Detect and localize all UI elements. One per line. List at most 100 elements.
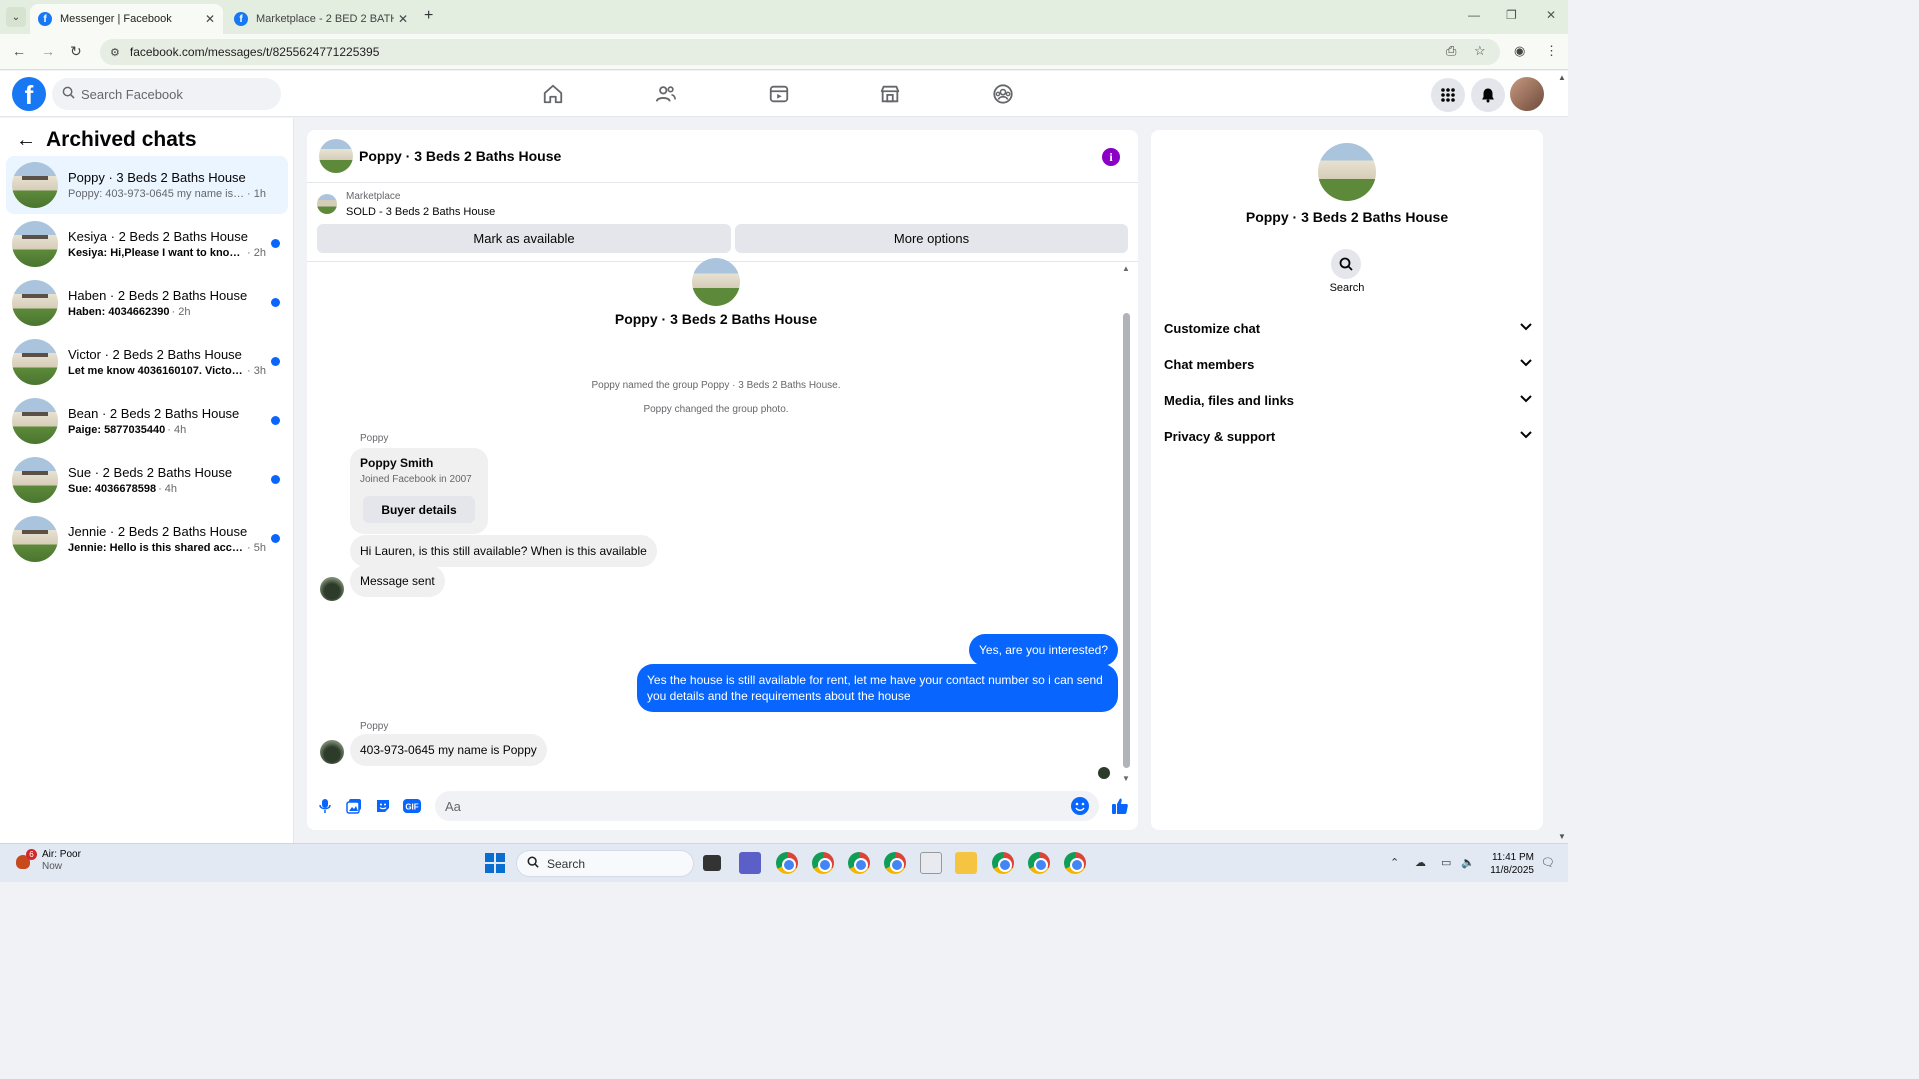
chrome-icon[interactable] xyxy=(992,852,1014,874)
emoji-icon[interactable] xyxy=(1071,797,1089,815)
close-tab-icon[interactable]: ✕ xyxy=(398,12,408,26)
chat-avatar xyxy=(12,516,58,562)
scroll-down-icon[interactable]: ▼ xyxy=(1122,774,1130,783)
tab-search-dropdown[interactable]: ⌄ xyxy=(6,7,26,27)
tab-messenger[interactable]: f Messenger | Facebook ✕ xyxy=(30,4,223,34)
url-text[interactable]: facebook.com/messages/t/8255624771225395 xyxy=(130,45,380,59)
section-label: Customize chat xyxy=(1164,320,1261,336)
chat-list-item[interactable]: Victor · 2 Beds 2 Baths House Let me kno… xyxy=(6,333,288,391)
new-tab-plus-icon[interactable]: + xyxy=(424,7,433,25)
chrome-icon[interactable] xyxy=(812,852,834,874)
message-input-box[interactable] xyxy=(435,791,1099,821)
close-window-icon[interactable]: ✕ xyxy=(1546,8,1556,22)
message-bubble-incoming[interactable]: 403-973-0645 my name is Poppy xyxy=(350,734,547,766)
bookmark-star-icon[interactable]: ☆ xyxy=(1474,43,1486,59)
facebook-logo-icon[interactable]: f xyxy=(12,77,46,111)
privacy-support-section[interactable]: Privacy & support xyxy=(1164,421,1532,451)
page-scrollbar[interactable]: ▲ ▼ xyxy=(1556,71,1568,843)
search-in-conversation-button[interactable] xyxy=(1331,249,1361,279)
info-icon[interactable]: i xyxy=(1102,148,1120,166)
snipping-tool-icon[interactable] xyxy=(920,852,942,874)
close-tab-icon[interactable]: ✕ xyxy=(205,12,215,26)
facebook-search[interactable] xyxy=(52,78,281,110)
install-app-icon[interactable]: ⎙ xyxy=(1446,43,1456,59)
restore-icon[interactable]: ❐ xyxy=(1506,8,1517,22)
listing-thumbnail[interactable] xyxy=(317,194,337,214)
group-avatar[interactable] xyxy=(1318,143,1376,201)
chrome-icon[interactable] xyxy=(884,852,906,874)
file-explorer-icon[interactable] xyxy=(955,852,977,874)
message-bubble-outgoing[interactable]: Yes the house is still available for ren… xyxy=(637,664,1118,712)
search-input[interactable] xyxy=(81,86,261,102)
chrome-icon[interactable] xyxy=(848,852,870,874)
tray-overflow-icon[interactable]: ⌃ xyxy=(1390,856,1399,869)
chat-list-item[interactable]: Jennie · 2 Beds 2 Baths House Jennie: He… xyxy=(6,510,288,568)
chat-time: · 3h xyxy=(247,365,266,377)
system-clock[interactable]: 11:41 PM 11/8/2025 xyxy=(1484,851,1534,877)
chrome-icon[interactable] xyxy=(1064,852,1086,874)
chat-list-item[interactable]: Sue · 2 Beds 2 Baths House Sue: 40366785… xyxy=(6,451,288,509)
video-icon[interactable] xyxy=(766,81,792,107)
buyer-details-button[interactable]: Buyer details xyxy=(363,496,475,523)
thumbs-up-icon[interactable] xyxy=(1111,797,1129,820)
taskbar-search[interactable]: Search xyxy=(516,850,694,877)
scroll-down-icon[interactable]: ▼ xyxy=(1558,832,1566,841)
volume-muted-icon[interactable]: 🔈 xyxy=(1461,856,1475,869)
forward-arrow-icon[interactable]: → xyxy=(41,43,55,59)
chat-list-item[interactable]: Poppy · 3 Beds 2 Baths House Poppy: 403-… xyxy=(6,156,288,214)
teams-icon[interactable] xyxy=(739,852,761,874)
photo-gallery-icon[interactable] xyxy=(345,797,363,815)
groups-icon[interactable] xyxy=(990,81,1016,107)
media-files-links-section[interactable]: Media, files and links xyxy=(1164,385,1532,415)
task-view-icon[interactable] xyxy=(703,855,721,871)
message-input[interactable] xyxy=(445,798,1045,814)
sender-avatar[interactable] xyxy=(320,740,344,764)
scroll-up-icon[interactable]: ▲ xyxy=(1558,73,1566,82)
more-options-button[interactable]: More options xyxy=(735,224,1128,253)
message-bubble-outgoing[interactable]: Yes, are you interested? xyxy=(969,634,1118,666)
scroll-thumb[interactable] xyxy=(1123,313,1130,768)
message-bubble-incoming[interactable]: Message sent xyxy=(350,565,445,597)
back-arrow-icon[interactable]: ← xyxy=(16,129,36,152)
reload-icon[interactable]: ↻ xyxy=(70,43,82,60)
marketplace-icon[interactable] xyxy=(877,81,903,107)
message-scrollbar[interactable]: ▲ ▼ xyxy=(1122,263,1130,783)
chat-members-section[interactable]: Chat members xyxy=(1164,349,1532,379)
listing-status[interactable]: SOLD - 3 Beds 2 Baths House xyxy=(346,206,495,218)
mark-as-available-button[interactable]: Mark as available xyxy=(317,224,731,253)
home-icon[interactable] xyxy=(540,81,566,107)
archived-chats-panel: ← Archived chats Poppy · 3 Beds 2 Baths … xyxy=(0,118,294,843)
browser-menu-icon[interactable]: ⋮ xyxy=(1545,43,1558,59)
chat-info-panel: Poppy · 3 Beds 2 Baths House Search Cust… xyxy=(1151,130,1543,830)
message-bubble-incoming[interactable]: Hi Lauren, is this still available? When… xyxy=(350,535,657,567)
conversation-avatar[interactable] xyxy=(319,139,353,173)
windows-start-icon[interactable] xyxy=(485,853,505,873)
notifications-bell-icon[interactable] xyxy=(1471,78,1505,112)
customize-chat-section[interactable]: Customize chat xyxy=(1164,313,1532,343)
site-info-icon[interactable]: ⚙ xyxy=(110,46,120,59)
url-omnibox[interactable]: ⚙ facebook.com/messages/t/82556247712253… xyxy=(100,39,1500,65)
notification-center-icon[interactable]: 🗨 xyxy=(1541,856,1555,869)
chrome-icon[interactable] xyxy=(776,852,798,874)
chat-list-item[interactable]: Haben · 2 Beds 2 Baths House Haben: 4034… xyxy=(6,274,288,332)
friends-icon[interactable] xyxy=(653,81,679,107)
minimize-icon[interactable]: — xyxy=(1468,8,1480,22)
back-arrow-icon[interactable]: ← xyxy=(12,43,26,59)
weather-widget[interactable]: 6 Air: Poor Now xyxy=(14,849,81,873)
gif-icon[interactable]: GIF xyxy=(403,797,421,815)
profile-icon[interactable]: ◉ xyxy=(1514,43,1525,59)
menu-grid-icon[interactable] xyxy=(1431,78,1465,112)
onedrive-icon[interactable]: ☁ xyxy=(1415,856,1426,869)
microphone-icon[interactable] xyxy=(316,797,334,815)
chat-list-item[interactable]: Kesiya · 2 Beds 2 Baths House Kesiya: Hi… xyxy=(6,215,288,273)
chat-list-item[interactable]: Bean · 2 Beds 2 Baths House Paige: 58770… xyxy=(6,392,288,450)
sender-avatar[interactable] xyxy=(320,577,344,601)
conversation-title[interactable]: Poppy · 3 Beds 2 Baths House xyxy=(359,148,561,164)
profile-avatar[interactable] xyxy=(1510,77,1544,111)
scroll-up-icon[interactable]: ▲ xyxy=(1122,264,1130,273)
chevron-down-icon xyxy=(1520,394,1532,406)
network-icon[interactable]: ▭ xyxy=(1441,856,1451,869)
tab-marketplace[interactable]: f Marketplace - 2 BED 2 BATH HOUSE ✕ xyxy=(226,4,416,34)
chrome-icon[interactable] xyxy=(1028,852,1050,874)
sticker-icon[interactable] xyxy=(374,797,392,815)
